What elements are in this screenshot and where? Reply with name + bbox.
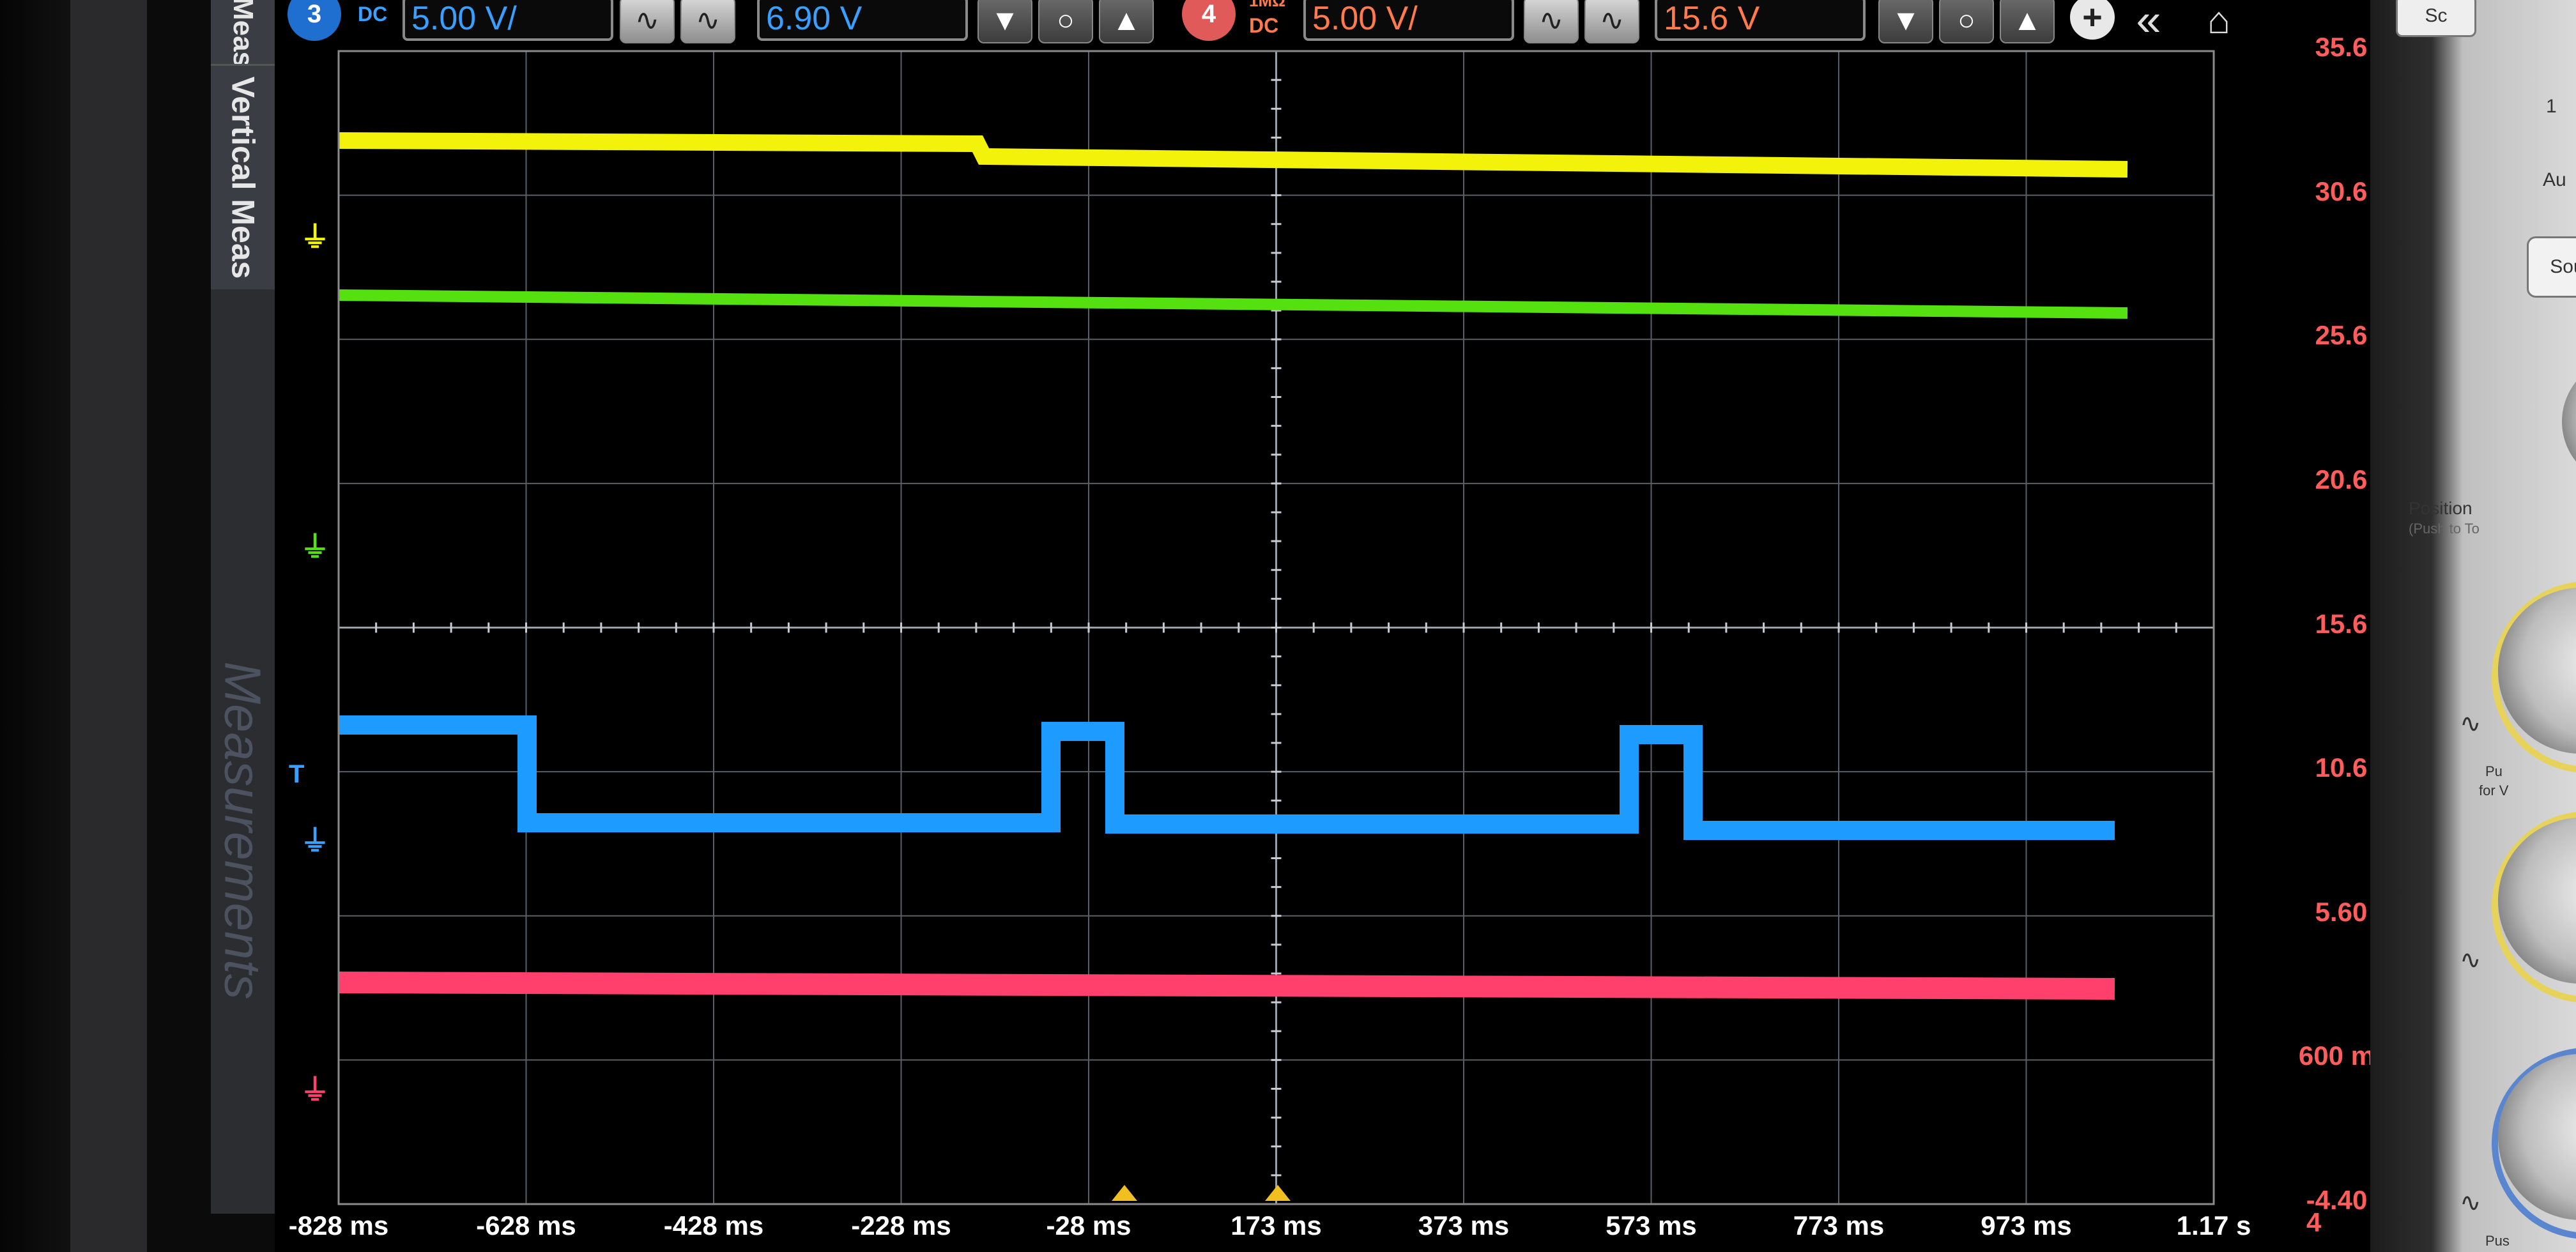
x-tick-label: 373 ms [1418, 1210, 1510, 1241]
x-tick-label: 573 ms [1606, 1210, 1697, 1241]
push-bottom-label: Pus [2485, 1233, 2510, 1249]
ch2-ground-icon[interactable]: ⏚ [300, 524, 330, 566]
tab-meas-label: Meas [227, 0, 259, 68]
tab-vertical-meas[interactable]: Vertical Meas [211, 64, 275, 289]
y-tick-label: 600 mV [2298, 1041, 2393, 1071]
tab-meas[interactable]: Meas [211, 0, 275, 68]
corner-channel-digit: 4 [2306, 1207, 2322, 1237]
trace-layer [338, 132, 2128, 1201]
x-tick-label: 973 ms [1981, 1210, 2072, 1241]
wave-icon-3: ∿ [2460, 1189, 2481, 1217]
upper-knob[interactable] [2562, 358, 2576, 485]
for-v-label: for V [2479, 782, 2509, 798]
sc-button[interactable]: Sc [2396, 0, 2476, 37]
measurements-label: Measurements [215, 661, 272, 1000]
ch3-ground-icon[interactable]: ⏚ [300, 818, 330, 860]
graticule [337, 50, 2215, 1205]
front-panel: Sc 1 Au Sou Position (Push to To ∿ Pu fo… [2370, 0, 2576, 1252]
y-tick-label: 35.6 V [2315, 32, 2393, 62]
y-tick-label: 20.6 V [2315, 464, 2393, 494]
position-label: Position [2409, 498, 2472, 518]
ch2-trace [338, 289, 2128, 319]
x-tick-label: 773 ms [1793, 1210, 1885, 1241]
trigger-time-marker[interactable] [1112, 1185, 1137, 1201]
push-label: Pu [2485, 763, 2503, 779]
y-tick-label: 25.6 V [2315, 320, 2393, 351]
x-tick-label: 173 ms [1230, 1210, 1322, 1241]
tab-vertical-meas-label: Vertical Meas [225, 76, 261, 279]
trigger-level-marker[interactable]: T [289, 760, 304, 789]
ch1-trace [338, 132, 2128, 178]
push-to-label: (Push to To [2409, 521, 2480, 537]
x-tick-label: -428 ms [663, 1210, 764, 1241]
x-tick-label: -28 ms [1046, 1210, 1131, 1241]
source-button[interactable]: Sou [2527, 236, 2576, 298]
wave-icon-2: ∿ [2460, 946, 2481, 974]
x-tick-label: -228 ms [851, 1210, 951, 1241]
measurements-panel-title: Measurements [211, 607, 275, 1054]
ch1-ground-icon[interactable]: ⏚ [300, 214, 330, 256]
panel-label-1: 1 [2546, 96, 2557, 117]
waveform-display[interactable] [275, 0, 2370, 1252]
bezel-left [0, 0, 147, 1252]
delay-time-marker[interactable] [1265, 1185, 1291, 1201]
x-tick-label: -628 ms [476, 1210, 576, 1241]
x-tick-label: -828 ms [288, 1210, 389, 1241]
ch4-trace [338, 972, 2115, 1000]
ch3-trace [339, 715, 2115, 840]
wave-icon: ∿ [2460, 710, 2481, 738]
panel-label-au: Au [2543, 169, 2566, 190]
scope-screen: 3 DC 5.00 V/ ∿ ∿ 6.90 V ▼ ○ ▲ 4 1MΩ DC 5… [275, 0, 2393, 1252]
y-tick-label: 5.60 V [2315, 896, 2393, 927]
ch4-ground-icon[interactable]: ⏚ [300, 1067, 330, 1109]
x-tick-label: 1.17 s [2176, 1210, 2251, 1241]
y-tick-label: 30.6 V [2315, 176, 2393, 206]
y-tick-label: 15.6 V [2315, 608, 2393, 639]
y-tick-label: 10.6 V [2315, 752, 2393, 783]
side-tab-panel: Meas Vertical Meas Measurements [211, 0, 275, 1214]
